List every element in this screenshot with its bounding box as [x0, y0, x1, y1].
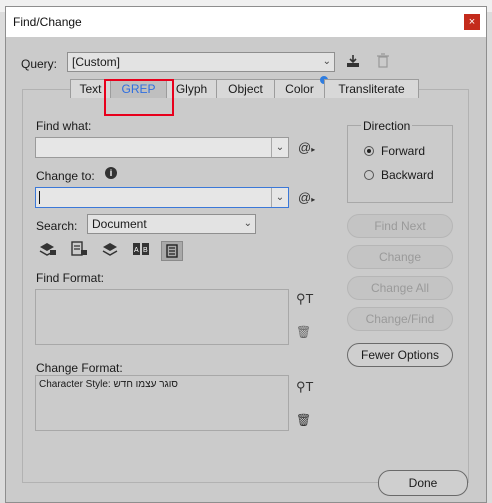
change-to-field[interactable]: ⌄ — [35, 187, 289, 208]
backward-radio[interactable] — [364, 170, 374, 180]
svg-text:B: B — [143, 247, 148, 254]
clear-change-format-icon[interactable]: 🗑 — [296, 413, 311, 427]
query-label: Query: — [21, 57, 58, 71]
forward-radio[interactable] — [364, 146, 374, 156]
find-next-button[interactable]: Find Next — [347, 214, 453, 238]
delete-query-button[interactable] — [376, 53, 390, 71]
close-button[interactable]: × — [464, 14, 480, 30]
dialog-title: Find/Change — [13, 15, 82, 29]
special-characters-icon[interactable]: @▸ — [298, 140, 315, 155]
direction-group — [347, 125, 453, 203]
tab-transliterate[interactable]: Transliterate — [324, 79, 419, 98]
chevron-down-icon[interactable]: ⌄ — [271, 138, 288, 157]
find-format-box[interactable] — [35, 289, 289, 345]
specify-change-format-icon[interactable]: ⚲T — [296, 379, 313, 395]
locked-layers-icon — [39, 243, 56, 256]
forward-label[interactable]: Forward — [381, 144, 425, 158]
title-bar: Find/Change × — [6, 7, 486, 37]
fewer-options-button[interactable]: Fewer Options — [347, 343, 453, 367]
change-to-label: Change to: — [36, 169, 95, 183]
specify-find-format-icon[interactable]: ⚲T — [296, 291, 313, 307]
save-query-button[interactable] — [345, 53, 361, 71]
tab-glyph-label: Glyph — [175, 82, 208, 96]
chevron-down-icon: ⌄ — [243, 218, 252, 229]
footnotes-icon — [166, 244, 178, 258]
include-locked-stories-button[interactable] — [68, 241, 90, 261]
svg-text:A: A — [134, 247, 139, 254]
change-format-value: Character Style: סוגר עצמו חדש — [39, 379, 178, 390]
text-cursor — [39, 191, 40, 204]
clear-find-format-icon[interactable]: 🗑 — [296, 325, 311, 339]
tab-text-label: Text — [79, 82, 102, 96]
search-select[interactable]: Document ⌄ — [87, 214, 256, 234]
search-label: Search: — [36, 219, 78, 233]
special-characters-icon[interactable]: @▸ — [298, 190, 315, 205]
query-value: [Custom] — [72, 55, 121, 69]
trash-icon — [377, 53, 389, 68]
hidden-layers-icon — [102, 243, 118, 256]
backward-label[interactable]: Backward — [381, 168, 434, 182]
tab-color-label: Color — [285, 82, 314, 96]
highlight-annotation — [104, 79, 174, 116]
find-what-field[interactable]: ⌄ — [35, 137, 289, 158]
locked-stories-icon — [71, 241, 87, 256]
tab-transliterate-label: Transliterate — [338, 82, 405, 96]
find-change-dialog: Find/Change × Query: [Custom] ⌄ Text GRE… — [5, 6, 487, 503]
tab-object[interactable]: Object — [216, 79, 275, 98]
tab-object-label: Object — [228, 82, 263, 96]
query-select[interactable]: [Custom] ⌄ — [67, 52, 335, 72]
search-value: Document — [92, 217, 147, 231]
change-format-box[interactable]: Character Style: סוגר עצמו חדש — [35, 375, 289, 431]
find-what-label: Find what: — [36, 119, 92, 133]
find-format-label: Find Format: — [36, 271, 105, 285]
include-master-pages-button[interactable]: AB — [130, 241, 152, 261]
change-find-button[interactable]: Change/Find — [347, 307, 453, 331]
chevron-down-icon[interactable]: ⌄ — [271, 188, 288, 207]
change-all-button[interactable]: Change All — [347, 276, 453, 300]
change-button[interactable]: Change — [347, 245, 453, 269]
include-footnotes-button[interactable] — [161, 241, 183, 261]
include-locked-layers-button[interactable] — [37, 241, 59, 261]
close-icon: × — [468, 16, 476, 28]
change-format-label: Change Format: — [36, 361, 123, 375]
chevron-down-icon: ⌄ — [322, 56, 331, 67]
include-hidden-layers-button[interactable] — [99, 241, 121, 261]
direction-label: Direction — [361, 119, 413, 133]
save-query-icon — [347, 55, 359, 67]
info-icon[interactable]: i — [105, 167, 117, 179]
tab-color[interactable]: Color — [274, 76, 328, 98]
done-button[interactable]: Done — [378, 470, 468, 496]
master-pages-icon: AB — [133, 243, 149, 255]
